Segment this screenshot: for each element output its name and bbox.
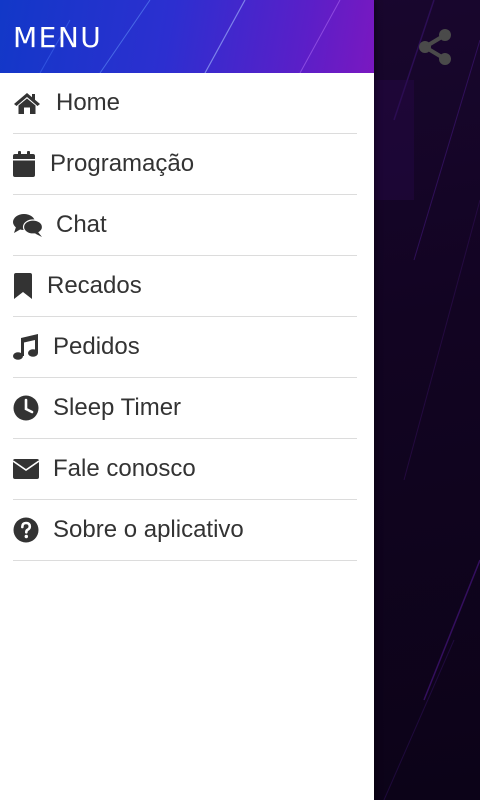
chat-icon — [13, 211, 56, 239]
menu-item-label: Programação — [50, 150, 195, 177]
menu-item-label: Pedidos — [53, 333, 140, 360]
menu-item-label: Home — [56, 89, 121, 116]
menu-item-label: Chat — [56, 211, 107, 238]
drawer-header: MENU — [0, 0, 374, 73]
clock-icon — [13, 394, 53, 422]
share-icon — [419, 29, 451, 65]
app-screen: MENU Home Programação Chat Recados Pedid… — [0, 0, 480, 800]
music-note-icon — [13, 333, 53, 361]
menu-item-recados[interactable]: Recados — [13, 256, 357, 317]
envelope-icon — [13, 455, 53, 483]
background-artwork — [374, 0, 480, 800]
bookmark-icon — [13, 272, 47, 300]
menu-item-chat[interactable]: Chat — [13, 195, 357, 256]
menu-list: Home Programação Chat Recados Pedidos Sl… — [0, 73, 374, 561]
menu-item-sobre[interactable]: Sobre o aplicativo — [13, 500, 357, 561]
menu-item-label: Recados — [47, 272, 142, 299]
menu-item-home[interactable]: Home — [13, 73, 357, 134]
question-circle-icon — [13, 516, 53, 544]
menu-item-label: Fale conosco — [53, 455, 196, 482]
menu-item-programacao[interactable]: Programação — [13, 134, 357, 195]
menu-item-label: Sobre o aplicativo — [53, 516, 244, 543]
drawer-title: MENU — [13, 21, 103, 54]
menu-item-fale-conosco[interactable]: Fale conosco — [13, 439, 357, 500]
menu-item-sleep-timer[interactable]: Sleep Timer — [13, 378, 357, 439]
home-icon — [13, 89, 56, 117]
calendar-icon — [13, 150, 50, 178]
menu-item-label: Sleep Timer — [53, 394, 182, 421]
share-button[interactable] — [414, 26, 456, 68]
menu-item-pedidos[interactable]: Pedidos — [13, 317, 357, 378]
navigation-drawer: MENU Home Programação Chat Recados Pedid… — [0, 0, 374, 800]
